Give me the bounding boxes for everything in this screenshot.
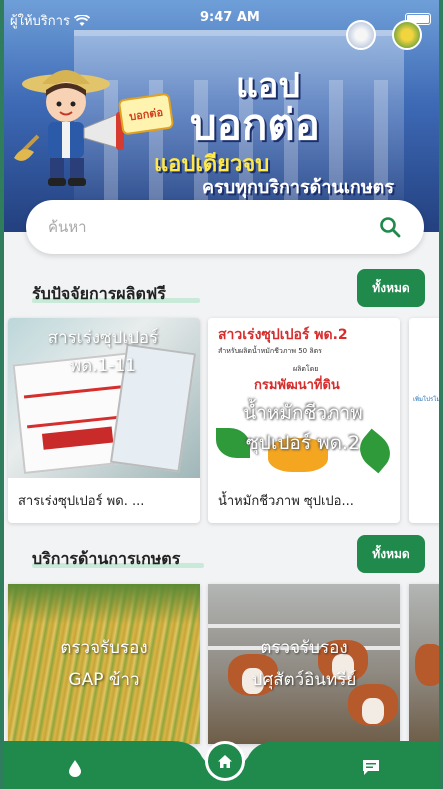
service-image: [409, 584, 439, 744]
service-card[interactable]: ตรวจรับรอง GAP ข้าว: [8, 584, 200, 744]
service-image: ตรวจรับรอง GAP ข้าว: [8, 584, 200, 744]
search-bar[interactable]: [26, 200, 424, 254]
nav-water-button[interactable]: [60, 753, 90, 783]
chat-icon: [363, 760, 379, 775]
product-overlay-title: น้ำหมักชีวภาพ ซุปเปอร์ พด.2: [243, 402, 363, 454]
home-icon: [218, 754, 232, 768]
search-input[interactable]: [48, 216, 348, 238]
product-image: สาวเร่งซุปเปอร์ พด.2 สำหรับผลิตน้ำหมักชี…: [208, 318, 400, 478]
department-seal-logo: [392, 20, 422, 50]
product-caption: สารเร่งซุปเปอร์ พด. ...: [18, 494, 145, 509]
status-bar: ผู้ให้บริการ 9:47 AM: [4, 0, 439, 31]
product-card[interactable]: สารเร่งซุปเปอร์ พด.1-11 สารเร่งซุปเปอร์ …: [8, 318, 200, 523]
drop-icon: [69, 760, 81, 777]
farmer-mascot-illustration: [14, 70, 124, 186]
product-image: สารเร่งซุปเปอร์ พด.1-11: [8, 318, 200, 478]
search-icon[interactable]: [378, 215, 402, 239]
service-overlay-line1: ตรวจรับรอง: [260, 638, 348, 658]
section-title-services: บริการด้านการเกษตร: [32, 549, 181, 568]
service-overlay-line1: ตรวจรับรอง: [60, 638, 148, 658]
product-peek-text: เพิ่มโปรโม: [413, 396, 439, 403]
speech-bubble-text: บอกต่อ: [128, 105, 164, 124]
product-caption: น้ำหมักชีวภาพ ซุปเปอ...: [218, 494, 354, 509]
view-all-free-inputs-button[interactable]: ทั้งหมด: [357, 269, 425, 307]
carrier: ผู้ให้บริการ: [10, 10, 90, 31]
product-card[interactable]: สาวเร่งซุปเปอร์ พด.2 สำหรับผลิตน้ำหมักชี…: [208, 318, 400, 523]
ministry-seal-logo: [346, 20, 376, 50]
nav-chat-button[interactable]: [356, 753, 386, 783]
service-card[interactable]: [409, 584, 439, 744]
nav-home-button[interactable]: [205, 741, 245, 781]
poster-subline: สำหรับผลิตน้ำหมักชีวภาพ 50 ลิตร: [218, 347, 322, 355]
clock: 9:47 AM: [200, 10, 260, 25]
product-image: เพิ่มโปรโม: [409, 318, 439, 478]
product-overlay-title: สารเร่งซุปเปอร์ พด.1-11: [47, 328, 159, 376]
poster-org: กรมพัฒนาที่ดิน: [254, 378, 340, 393]
service-overlay-line2: ปศุสัตว์อินทรีย์: [251, 670, 357, 690]
view-all-services-button[interactable]: ทั้งหมด: [357, 535, 425, 573]
speech-bubble: บอกต่อ: [117, 92, 175, 136]
service-card[interactable]: ตรวจรับรอง ปศุสัตว์อินทรีย์: [208, 584, 400, 744]
hero-banner[interactable]: ผู้ให้บริการ 9:47 AM บอกต่อ แอป บอกต่อ แ…: [4, 0, 439, 232]
wifi-icon: [73, 14, 90, 26]
section-title-free-inputs: รับปัจจัยการผลิตฟรี: [32, 284, 166, 303]
app-screen: ผู้ให้บริการ 9:47 AM บอกต่อ แอป บอกต่อ แ…: [4, 0, 439, 789]
product-card[interactable]: เพิ่มโปรโม: [409, 318, 439, 523]
service-overlay-line2: GAP ข้าว: [68, 670, 140, 690]
carrier-label: ผู้ให้บริการ: [10, 14, 70, 29]
service-image: ตรวจรับรอง ปศุสัตว์อินทรีย์: [208, 584, 400, 744]
banner-subtitle: ครบทุกบริการด้านเกษตร: [202, 177, 395, 198]
poster-headline: สาวเร่งซุปเปอร์ พด.2: [218, 327, 348, 343]
